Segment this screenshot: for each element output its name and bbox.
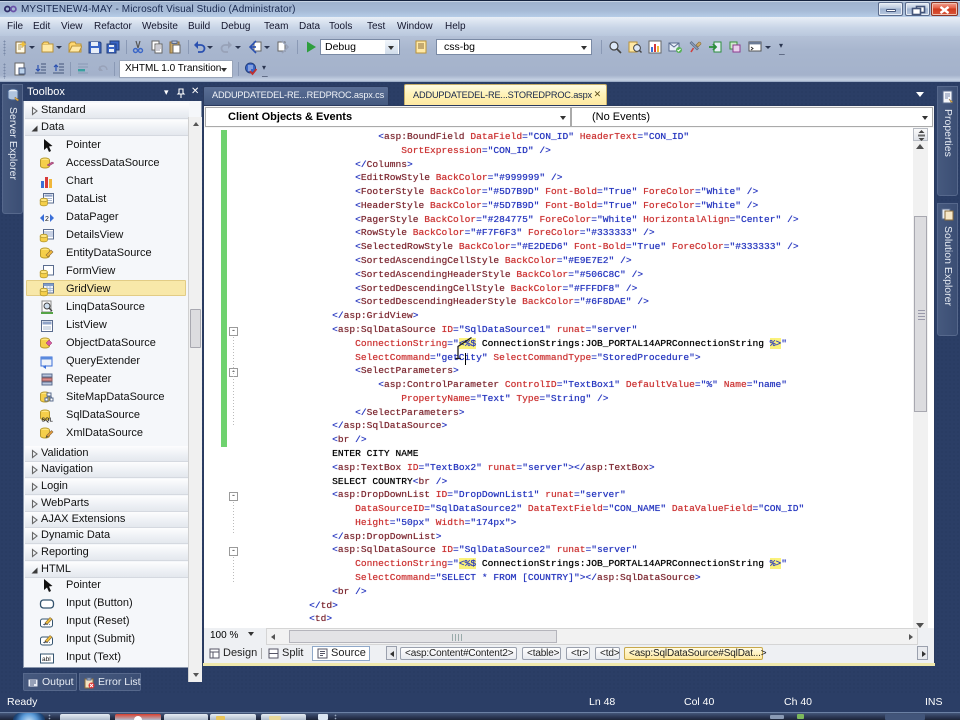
svg-text:2: 2 [45, 216, 49, 223]
svg-text:SQL: SQL [42, 418, 54, 424]
svg-text:abl: abl [42, 656, 51, 663]
